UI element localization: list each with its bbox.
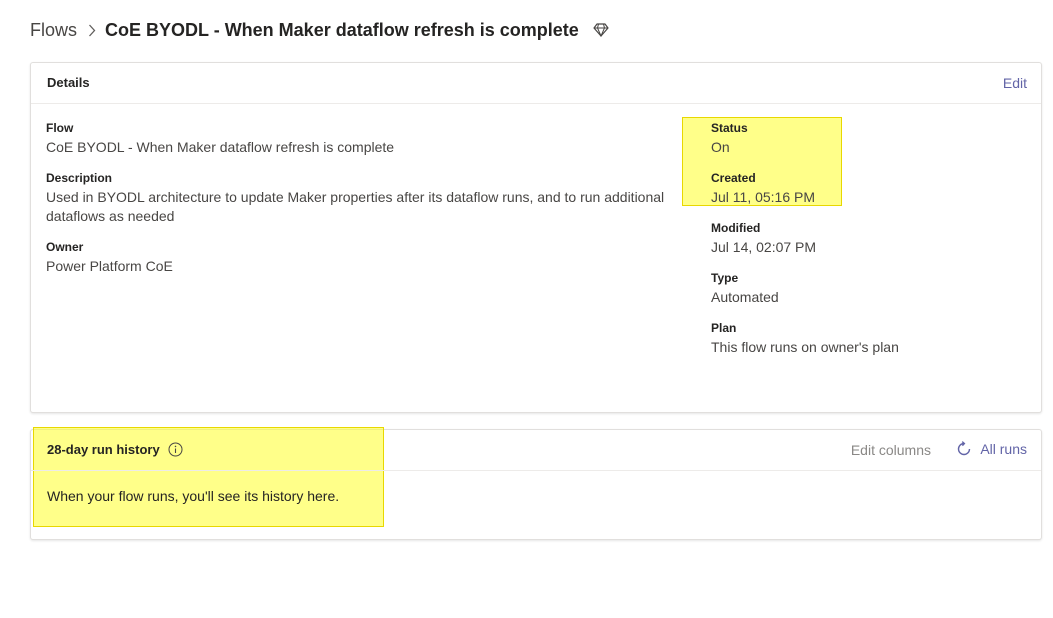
details-card: Details Edit Flow CoE BYODL - When Maker…	[30, 62, 1042, 413]
details-title: Details	[47, 75, 90, 90]
created-label: Created	[711, 171, 756, 185]
all-runs-label: All runs	[980, 441, 1027, 457]
description-value: Used in BYODL architecture to update Mak…	[46, 188, 686, 226]
owner-value: Power Platform CoE	[46, 258, 173, 274]
status-label: Status	[711, 121, 748, 135]
description-field: Description Used in BYODL architecture t…	[46, 170, 686, 226]
description-label: Description	[46, 171, 113, 185]
description-line-1: Used in BYODL architecture to update Mak…	[46, 189, 665, 205]
breadcrumb: Flows CoE BYODL - When Maker dataflow re…	[30, 17, 609, 43]
plan-value: This flow runs on owner's plan	[711, 339, 899, 355]
flow-label: Flow	[46, 121, 74, 135]
status-field: Status On	[711, 120, 748, 157]
run-history-title-text: 28-day run history	[47, 442, 160, 457]
status-value: On	[711, 139, 730, 155]
run-history-empty-message: When your flow runs, you'll see its hist…	[47, 488, 340, 504]
details-header: Details Edit	[31, 63, 1041, 104]
description-line-2: dataflows as needed	[46, 208, 175, 224]
breadcrumb-flows-link[interactable]: Flows	[30, 20, 77, 41]
plan-label: Plan	[711, 321, 737, 335]
flow-value: CoE BYODL - When Maker dataflow refresh …	[46, 139, 395, 155]
type-value: Automated	[711, 289, 779, 305]
edit-details-button[interactable]: Edit	[1003, 75, 1027, 91]
owner-field: Owner Power Platform CoE	[46, 239, 173, 276]
type-label: Type	[711, 271, 739, 285]
created-value: Jul 11, 05:16 PM	[711, 189, 816, 205]
owner-label: Owner	[46, 240, 84, 254]
modified-value: Jul 14, 02:07 PM	[711, 239, 817, 255]
run-history-header: 28-day run history Edit columns All runs	[31, 430, 1041, 471]
page-title: CoE BYODL - When Maker dataflow refresh …	[105, 19, 579, 40]
run-history-title: 28-day run history	[47, 442, 183, 457]
run-history-card: 28-day run history Edit columns All runs…	[30, 427, 1042, 540]
created-field: Created Jul 11, 05:16 PM	[711, 170, 815, 207]
chevron-right-icon	[88, 24, 96, 37]
info-icon[interactable]	[168, 442, 183, 457]
flow-field: Flow CoE BYODL - When Maker dataflow ref…	[46, 120, 394, 157]
type-field: Type Automated	[711, 270, 779, 307]
refresh-icon	[955, 440, 973, 458]
plan-field: Plan This flow runs on owner's plan	[711, 320, 899, 357]
modified-label: Modified	[711, 221, 761, 235]
all-runs-button[interactable]: All runs	[955, 440, 1027, 458]
edit-columns-button[interactable]: Edit columns	[851, 442, 931, 458]
diamond-icon	[593, 23, 609, 37]
modified-field: Modified Jul 14, 02:07 PM	[711, 220, 816, 257]
